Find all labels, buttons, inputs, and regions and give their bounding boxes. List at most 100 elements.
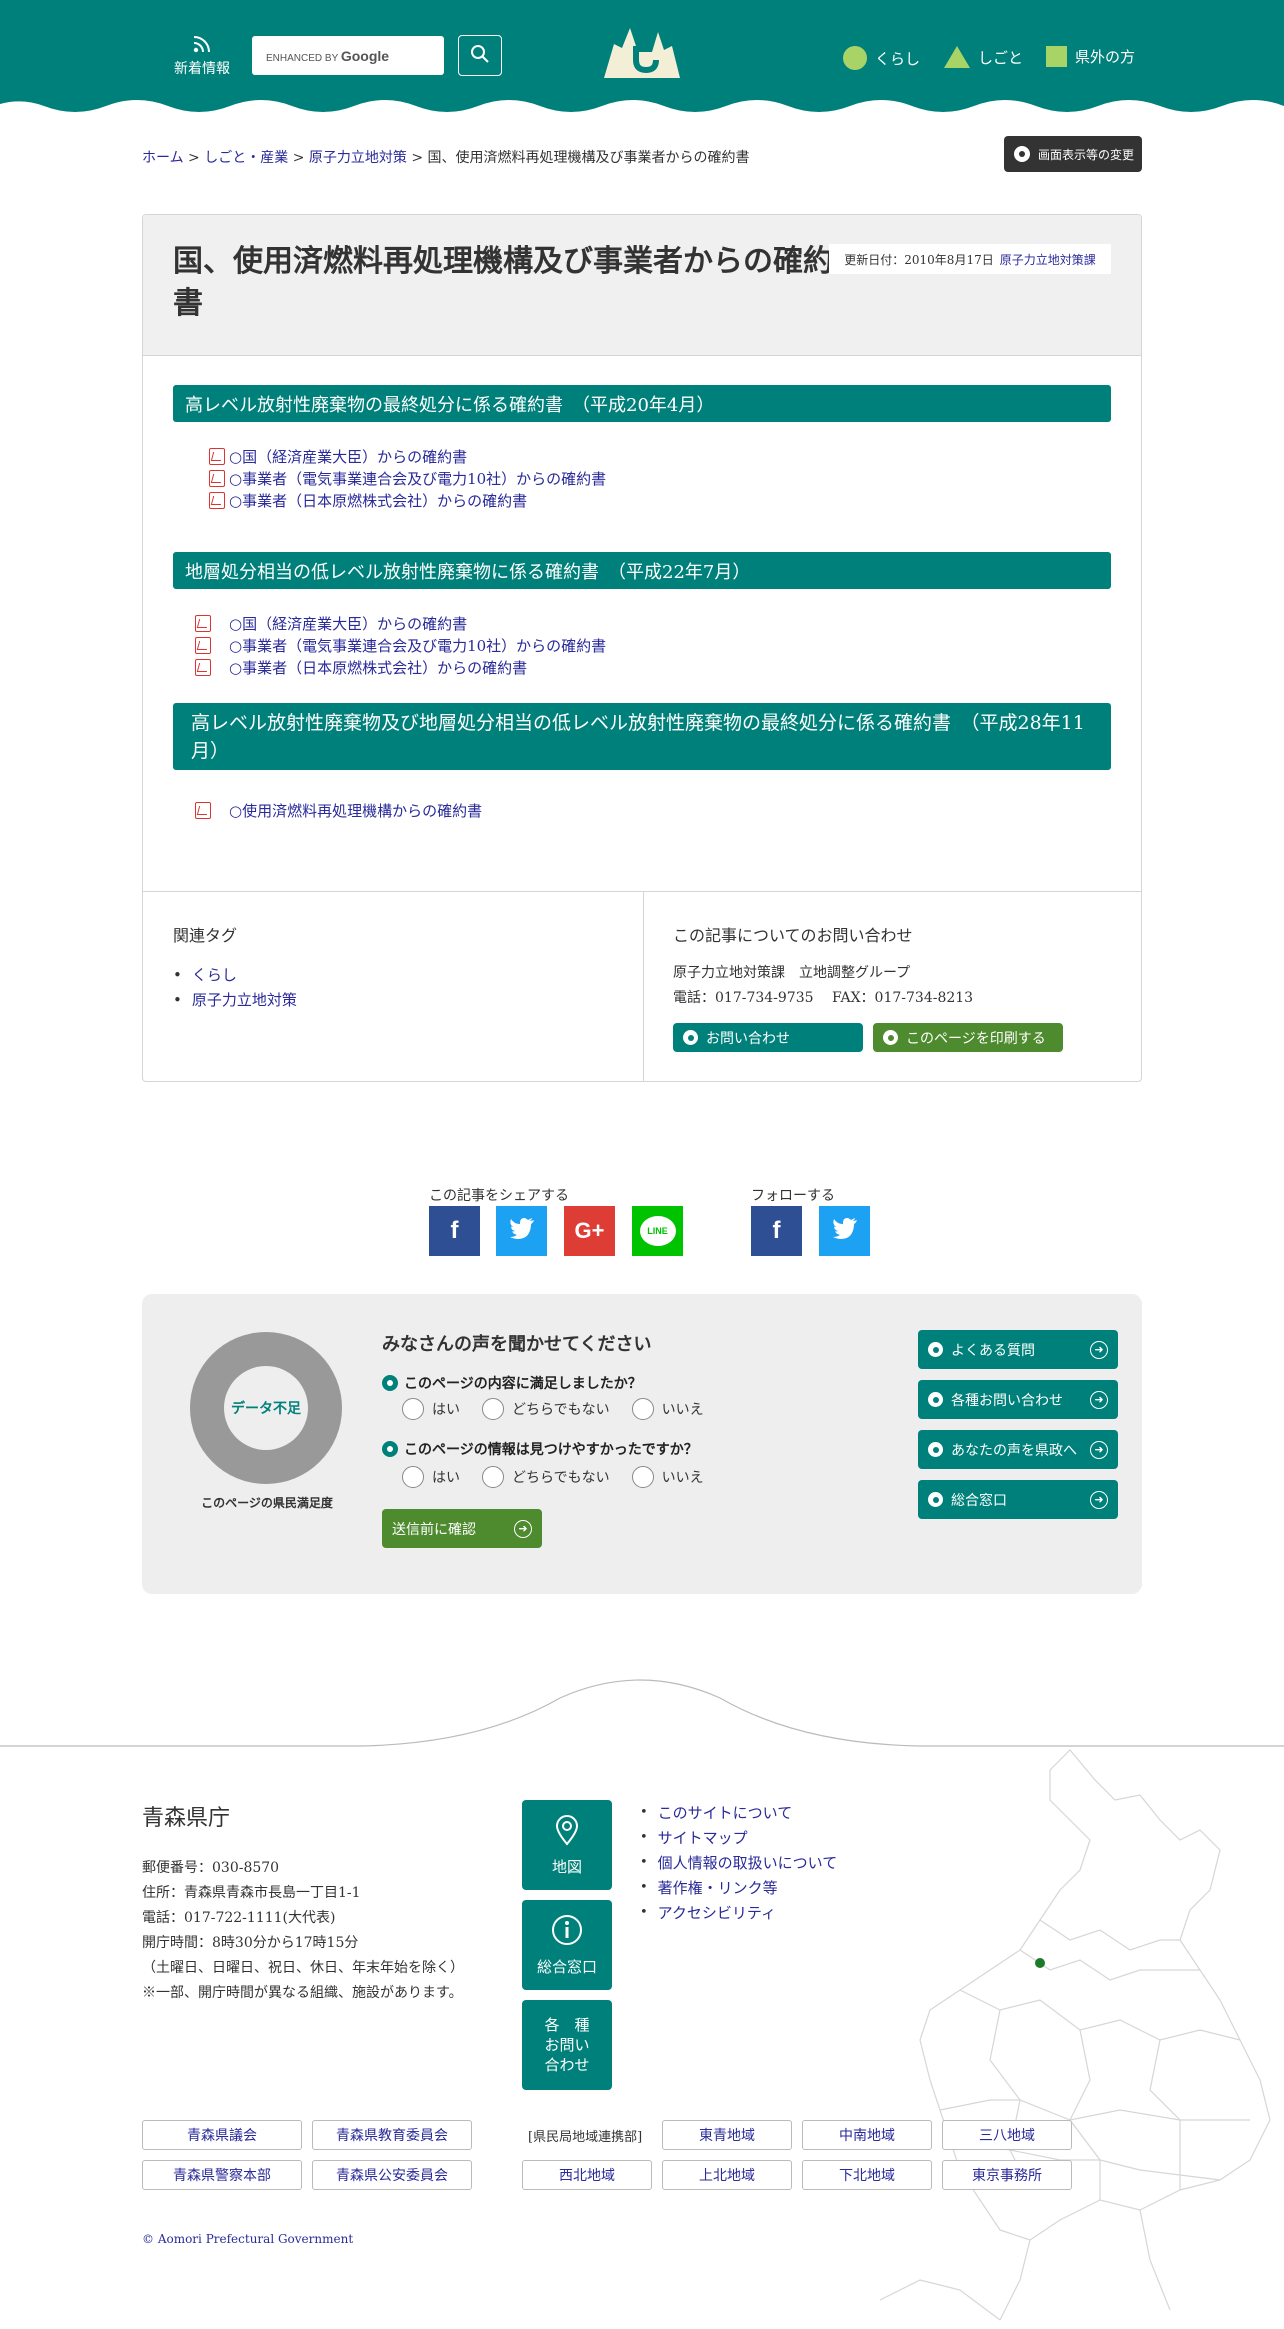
region-chunan[interactable]: 中南地域 (802, 2120, 932, 2150)
nav-kengai[interactable]: 県外の方 (1046, 46, 1135, 67)
inquiries-footer-button[interactable]: 各 種 お問い 合わせ (522, 2000, 612, 2090)
breadcrumb-home[interactable]: ホーム (142, 150, 184, 166)
general-window-footer-button[interactable]: 総合窓口 (522, 1900, 612, 1990)
faq-button[interactable]: よくある質問 ➜ (918, 1330, 1118, 1369)
document-link[interactable]: ○国（経済産業大臣）からの確約書 (229, 446, 467, 467)
document-link[interactable]: ○事業者（日本原燃株式会社）からの確約書 (229, 657, 527, 678)
org-link-assembly[interactable]: 青森県議会 (142, 2120, 302, 2150)
site-header: 新着情報 ENHANCED BY Google くらし しごと 県外の方 (0, 0, 1284, 125)
pdf-icon (209, 447, 225, 465)
general-window-button[interactable]: 総合窓口 ➜ (918, 1480, 1118, 1519)
news-link[interactable]: 新着情報 (172, 32, 232, 78)
facebook-follow-button[interactable]: f (751, 1206, 802, 1256)
line-share-button[interactable]: LINE (632, 1206, 683, 1256)
arrow-right-icon: ➜ (514, 1519, 532, 1538)
radio-button[interactable] (631, 1398, 654, 1420)
radio-button[interactable] (402, 1466, 424, 1488)
breadcrumb-genshiryoku[interactable]: 原子力立地対策 (309, 150, 407, 166)
tag-item: 原子力立地対策 (173, 987, 297, 1012)
related-tags-list: くらし 原子力立地対策 (173, 962, 297, 1012)
bullet-icon (883, 1030, 898, 1045)
confirm-button[interactable]: 送信前に確認 ➜ (382, 1509, 542, 1548)
map-button[interactable]: 地図 (522, 1800, 612, 1890)
document-link[interactable]: ○事業者（電気事業連合会及び電力10社）からの確約書 (229, 635, 606, 656)
nav-shigoto[interactable]: しごと (944, 46, 1023, 68)
follow-label: フォローする (751, 1188, 835, 1204)
document-item[interactable]: ○国（経済産業大臣）からの確約書 (195, 612, 606, 634)
google-plus-share-button[interactable]: G+ (564, 1206, 615, 1256)
option-no[interactable]: いいえ (631, 1466, 704, 1488)
region-sanpachi[interactable]: 三八地域 (942, 2120, 1072, 2150)
breadcrumb: ホーム > しごと・産業 > 原子力立地対策 > 国、使用済燃料再処理機構及び事… (142, 147, 750, 167)
document-link[interactable]: ○事業者（日本原燃株式会社）からの確約書 (229, 490, 527, 511)
document-item[interactable]: ○事業者（日本原燃株式会社）からの確約書 (209, 489, 606, 511)
copyright-link[interactable]: 著作権・リンク等 (658, 1877, 778, 1898)
inquiry-button[interactable]: お問い合わせ (673, 1023, 863, 1052)
twitter-icon (832, 1217, 858, 1246)
document-item[interactable]: ○事業者（電気事業連合会及び電力10社）からの確約書 (209, 467, 606, 489)
document-item[interactable]: ○国（経済産業大臣）からの確約書 (209, 445, 606, 467)
tag-item: くらし (173, 962, 297, 987)
region-tokyo-office[interactable]: 東京事務所 (942, 2160, 1072, 2190)
document-link[interactable]: ○国（経済産業大臣）からの確約書 (229, 613, 467, 634)
department-link[interactable]: 原子力立地対策課 (1000, 251, 1096, 268)
breadcrumb-separator: > (292, 150, 305, 166)
option-neutral[interactable]: どちらでもない (482, 1398, 610, 1420)
search-input[interactable]: ENHANCED BY Google (252, 36, 444, 75)
about-site-link[interactable]: このサイトについて (658, 1802, 793, 1823)
document-link[interactable]: ○使用済燃料再処理機構からの確約書 (229, 800, 482, 821)
display-settings-label: 画面表示等の変更 (1038, 147, 1135, 162)
org-link-education[interactable]: 青森県教育委員会 (312, 2120, 472, 2150)
radio-button[interactable] (402, 1398, 424, 1420)
option-yes[interactable]: はい (402, 1398, 460, 1420)
print-button[interactable]: このページを印刷する (873, 1023, 1063, 1052)
org-link-public-safety[interactable]: 青森県公安委員会 (312, 2160, 472, 2190)
nav-kurashi[interactable]: くらし (843, 46, 920, 70)
document-item[interactable]: ○事業者（日本原燃株式会社）からの確約書 (195, 656, 606, 678)
document-link[interactable]: ○事業者（電気事業連合会及び電力10社）からの確約書 (229, 468, 606, 489)
voice-button[interactable]: あなたの声を県政へ ➜ (918, 1430, 1118, 1469)
option-neutral[interactable]: どちらでもない (482, 1466, 610, 1488)
twitter-follow-button[interactable] (819, 1206, 870, 1256)
region-seihoku[interactable]: 西北地域 (522, 2160, 652, 2190)
privacy-link[interactable]: 個人情報の取扱いについて (658, 1852, 838, 1873)
tag-link[interactable]: 原子力立地対策 (192, 989, 297, 1010)
article-header: 国、使用済燃料再処理機構及び事業者からの確約書 更新日付：2010年8月17日 … (143, 215, 1141, 356)
facebook-share-button[interactable]: f (429, 1206, 480, 1256)
survey-title: みなさんの声を聞かせてください (382, 1334, 652, 1355)
search-button[interactable] (458, 35, 502, 76)
bullet-icon (928, 1492, 943, 1507)
arrow-right-icon: ➜ (1090, 1440, 1108, 1459)
line-icon: LINE (639, 1216, 676, 1246)
document-item[interactable]: ○事業者（電気事業連合会及び電力10社）からの確約書 (195, 634, 606, 656)
footer-link-item: アクセシビリティ (640, 1900, 837, 1925)
radio-button[interactable] (482, 1466, 504, 1488)
sitemap-link[interactable]: サイトマップ (658, 1827, 748, 1848)
phone: 電話：017-722-1111(大代表) (142, 1910, 336, 1926)
radio-button[interactable] (482, 1398, 504, 1420)
aomori-map-illustration (880, 1749, 1271, 2321)
option-yes[interactable]: はい (402, 1466, 460, 1488)
org-link-police[interactable]: 青森県警察本部 (142, 2160, 302, 2190)
accessibility-link[interactable]: アクセシビリティ (658, 1902, 776, 1923)
prefecture-logo[interactable] (600, 24, 684, 80)
inquiries-button[interactable]: 各種お問い合わせ ➜ (918, 1380, 1118, 1419)
inquiries-footer-label-3: 合わせ (544, 2056, 590, 2074)
document-item[interactable]: ○使用済燃料再処理機構からの確約書 (195, 799, 482, 821)
bullet-icon (382, 1441, 398, 1457)
region-kamikita[interactable]: 上北地域 (662, 2160, 792, 2190)
option-no[interactable]: いいえ (631, 1398, 704, 1420)
square-icon (1046, 46, 1067, 67)
breadcrumb-shigoto-sangyo[interactable]: しごと・産業 (204, 150, 288, 166)
bullet-icon (928, 1392, 943, 1407)
display-settings-button[interactable]: 画面表示等の変更 (1004, 136, 1142, 172)
radio-button[interactable] (631, 1466, 654, 1488)
region-shimokita[interactable]: 下北地域 (802, 2160, 932, 2190)
section-heading-2: 地層処分相当の低レベル放射性廃棄物に係る確約書 （平成22年7月） (173, 552, 1111, 589)
news-label: 新着情報 (174, 61, 230, 77)
tag-link[interactable]: くらし (192, 964, 237, 985)
twitter-share-button[interactable] (496, 1206, 547, 1256)
office-hours-exception: ※一部、開庁時間が異なる組織、施設があります。 (142, 1985, 463, 2001)
region-touseichiiki[interactable]: 東青地域 (662, 2120, 792, 2150)
section-heading-3: 高レベル放射性廃棄物及び地層処分相当の低レベル放射性廃棄物の最終処分に係る確約書… (173, 703, 1111, 770)
